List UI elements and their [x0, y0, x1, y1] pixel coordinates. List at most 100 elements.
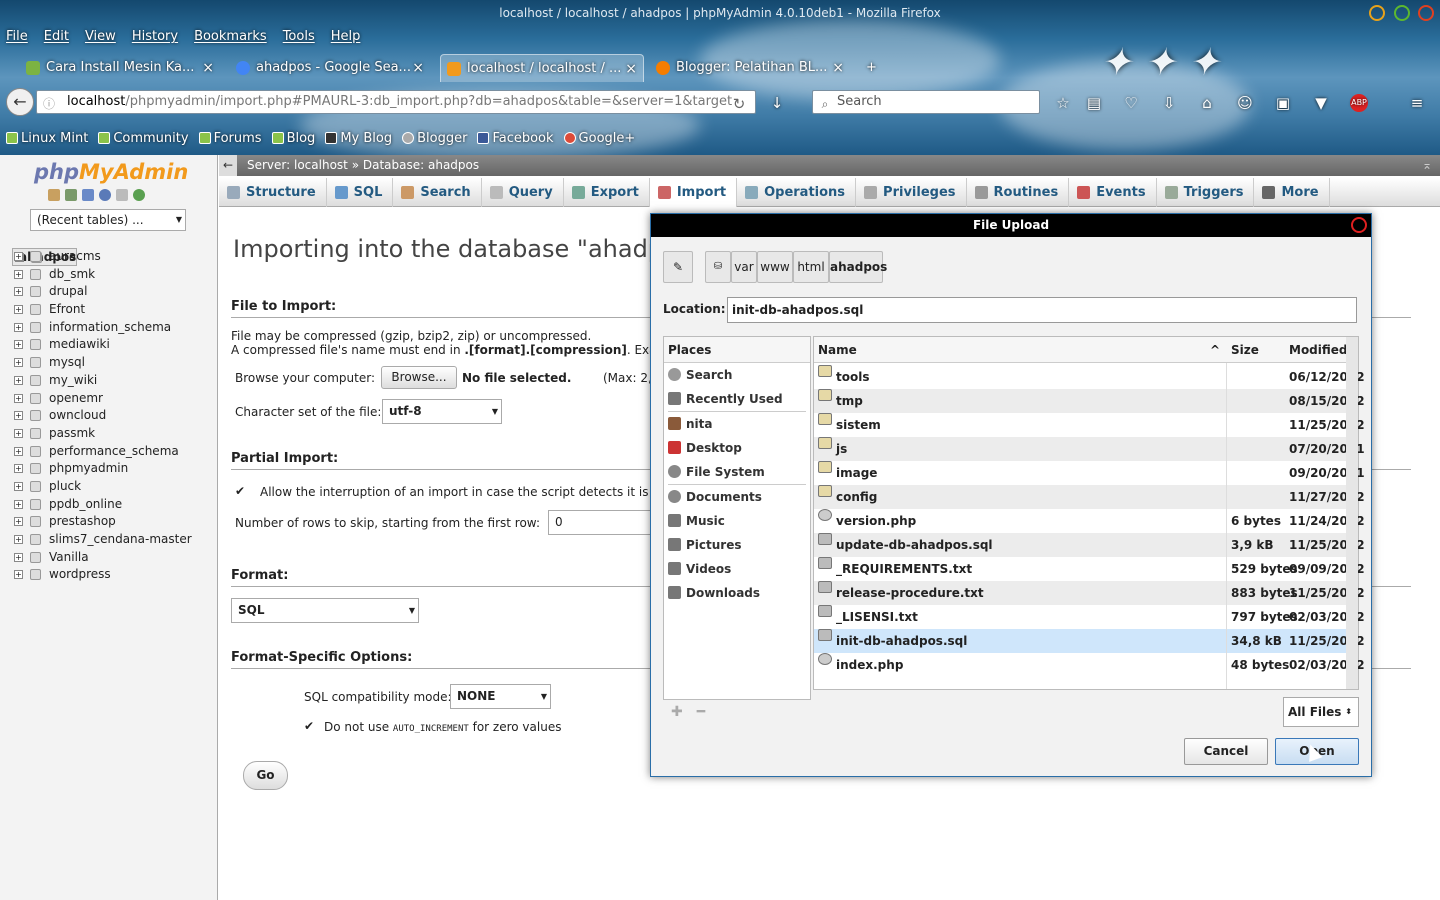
folder-row[interactable]: tmp 08/15/2012: [814, 389, 1365, 413]
close-dialog-icon[interactable]: [1351, 217, 1367, 233]
tab-operations[interactable]: Operations: [737, 178, 857, 207]
database-item[interactable]: + db_smk: [12, 266, 217, 284]
bookmark-item[interactable]: Forums: [198, 128, 262, 148]
tab-search[interactable]: Search: [393, 178, 482, 207]
close-tab-icon[interactable]: ×: [412, 54, 424, 82]
file-filter-select[interactable]: All Files ⬍: [1283, 697, 1359, 727]
tab-query[interactable]: Query: [482, 178, 564, 207]
no-auto-increment-checkbox[interactable]: ✔: [304, 720, 316, 732]
path-segment[interactable]: ahadpos: [829, 251, 887, 283]
expand-icon[interactable]: +: [14, 517, 23, 527]
place-filesystem[interactable]: File System: [664, 460, 810, 484]
place-desktop[interactable]: Desktop: [664, 436, 810, 460]
expand-icon[interactable]: +: [14, 481, 23, 491]
place-music[interactable]: Music: [664, 509, 810, 533]
database-item[interactable]: + owncloud: [12, 407, 217, 425]
tab-routines[interactable]: Routines: [967, 178, 1070, 207]
database-item[interactable]: + wordpress: [12, 566, 217, 584]
close-tab-icon[interactable]: ×: [625, 55, 637, 82]
database-item[interactable]: + ppdb_online: [12, 496, 217, 514]
recent-tables-select[interactable]: (Recent tables) ... ▼: [30, 209, 186, 231]
path-segment[interactable]: var: [731, 251, 757, 283]
bookmark-item[interactable]: Blogger: [402, 128, 467, 148]
expand-icon[interactable]: +: [14, 428, 23, 438]
bookmark-item[interactable]: Google+: [563, 128, 635, 148]
star-icon[interactable]: ☆: [1054, 94, 1072, 112]
add-bookmark-icon[interactable]: ✚: [671, 704, 683, 720]
expand-icon[interactable]: +: [14, 552, 23, 562]
browser-tab[interactable]: Cara Install Mesin Ka... ×: [20, 54, 220, 82]
scrollbar[interactable]: [1346, 337, 1358, 689]
allow-interrupt-checkbox[interactable]: ✔: [235, 485, 247, 497]
database-item[interactable]: + information_schema: [12, 319, 217, 337]
close-tab-icon[interactable]: ×: [832, 54, 844, 82]
menu-bookmarks[interactable]: Bookmarks: [194, 29, 267, 49]
phpmyadmin-logo[interactable]: phpMyAdmin: [34, 160, 188, 184]
menu-history[interactable]: History: [132, 29, 178, 49]
folder-row[interactable]: image 09/20/2011: [814, 461, 1365, 485]
query-window-icon[interactable]: [82, 189, 94, 201]
remove-bookmark-icon[interactable]: ━: [697, 704, 705, 720]
maximize-icon[interactable]: [1394, 5, 1410, 21]
expand-icon[interactable]: +: [14, 287, 23, 297]
expand-icon[interactable]: +: [14, 393, 23, 403]
browse-button[interactable]: Browse...: [381, 366, 457, 389]
folder-row[interactable]: tools 06/12/2012: [814, 365, 1365, 389]
cancel-button[interactable]: Cancel: [1184, 738, 1268, 765]
downloads-icon[interactable]: ⇩: [1160, 94, 1178, 112]
path-root-button[interactable]: ⛁: [705, 251, 731, 283]
location-input[interactable]: init-db-ahadpos.sql: [727, 297, 1357, 323]
column-modified[interactable]: Modified: [1289, 337, 1348, 363]
charset-select[interactable]: utf-8 ▼: [382, 399, 502, 424]
database-item[interactable]: + my_wiki: [12, 372, 217, 390]
database-item[interactable]: + auracms: [12, 248, 217, 266]
hamburger-menu-icon[interactable]: ≡: [1408, 94, 1426, 112]
database-item[interactable]: + openemr: [12, 390, 217, 408]
expand-icon[interactable]: +: [14, 340, 23, 350]
breadcrumb-database[interactable]: Database: ahadpos: [363, 158, 479, 172]
database-item[interactable]: + Vanilla: [12, 549, 217, 567]
database-item[interactable]: + performance_schema: [12, 443, 217, 461]
file-row[interactable]: index.php 48 bytes 02/03/2012: [814, 653, 1365, 677]
database-item[interactable]: + mysql: [12, 354, 217, 372]
bookmark-item[interactable]: My Blog: [325, 128, 392, 148]
expand-icon[interactable]: +: [14, 358, 23, 368]
place-home[interactable]: nita: [664, 412, 810, 436]
column-name[interactable]: Name: [818, 337, 857, 363]
database-item[interactable]: + passmk: [12, 425, 217, 443]
folder-row[interactable]: sistem 11/25/2012: [814, 413, 1365, 437]
place-videos[interactable]: Videos: [664, 557, 810, 581]
folder-row[interactable]: js 07/20/2011: [814, 437, 1365, 461]
collapse-nav-icon[interactable]: ←: [219, 155, 237, 176]
url-input[interactable]: localhost/phpmyadmin/import.php#PMAURL-3…: [36, 90, 756, 114]
new-tab-button[interactable]: +: [860, 54, 886, 82]
back-icon[interactable]: ←: [6, 88, 34, 116]
menu-view[interactable]: View: [85, 29, 116, 49]
database-item[interactable]: + Efront: [12, 301, 217, 319]
column-size[interactable]: Size: [1231, 337, 1259, 363]
reload-nav-icon[interactable]: [133, 189, 145, 201]
tab-events[interactable]: Events: [1069, 178, 1157, 207]
minimize-icon[interactable]: [1369, 5, 1385, 21]
database-item[interactable]: + slims7_cendana-master: [12, 531, 217, 549]
menu-tools[interactable]: Tools: [283, 29, 315, 49]
expand-icon[interactable]: +: [14, 570, 23, 580]
file-row[interactable]: _REQUIREMENTS.txt 529 bytes 09/09/2012: [814, 557, 1365, 581]
database-item[interactable]: + pluck: [12, 478, 217, 496]
sort-ascending-icon[interactable]: ^: [1210, 337, 1220, 363]
folder-row[interactable]: config 11/27/2012: [814, 485, 1365, 509]
expand-icon[interactable]: +: [14, 535, 23, 544]
database-item[interactable]: + phpmyadmin: [12, 460, 217, 478]
tab-privileges[interactable]: Privileges: [856, 178, 967, 207]
format-select[interactable]: SQL ▼: [231, 598, 419, 623]
expand-icon[interactable]: +: [14, 499, 23, 509]
file-row[interactable]: update-db-ahadpos.sql 3,9 kB 11/25/2012: [814, 533, 1365, 557]
tab-import[interactable]: Import: [649, 178, 738, 207]
home-icon[interactable]: [48, 189, 60, 201]
place-search[interactable]: Search: [664, 363, 810, 387]
expand-icon[interactable]: +: [14, 375, 23, 385]
breadcrumb-server[interactable]: Server: localhost: [247, 158, 348, 172]
close-window-icon[interactable]: [1418, 5, 1434, 21]
tab-structure[interactable]: Structure: [219, 178, 327, 207]
expand-icon[interactable]: +: [14, 464, 23, 474]
